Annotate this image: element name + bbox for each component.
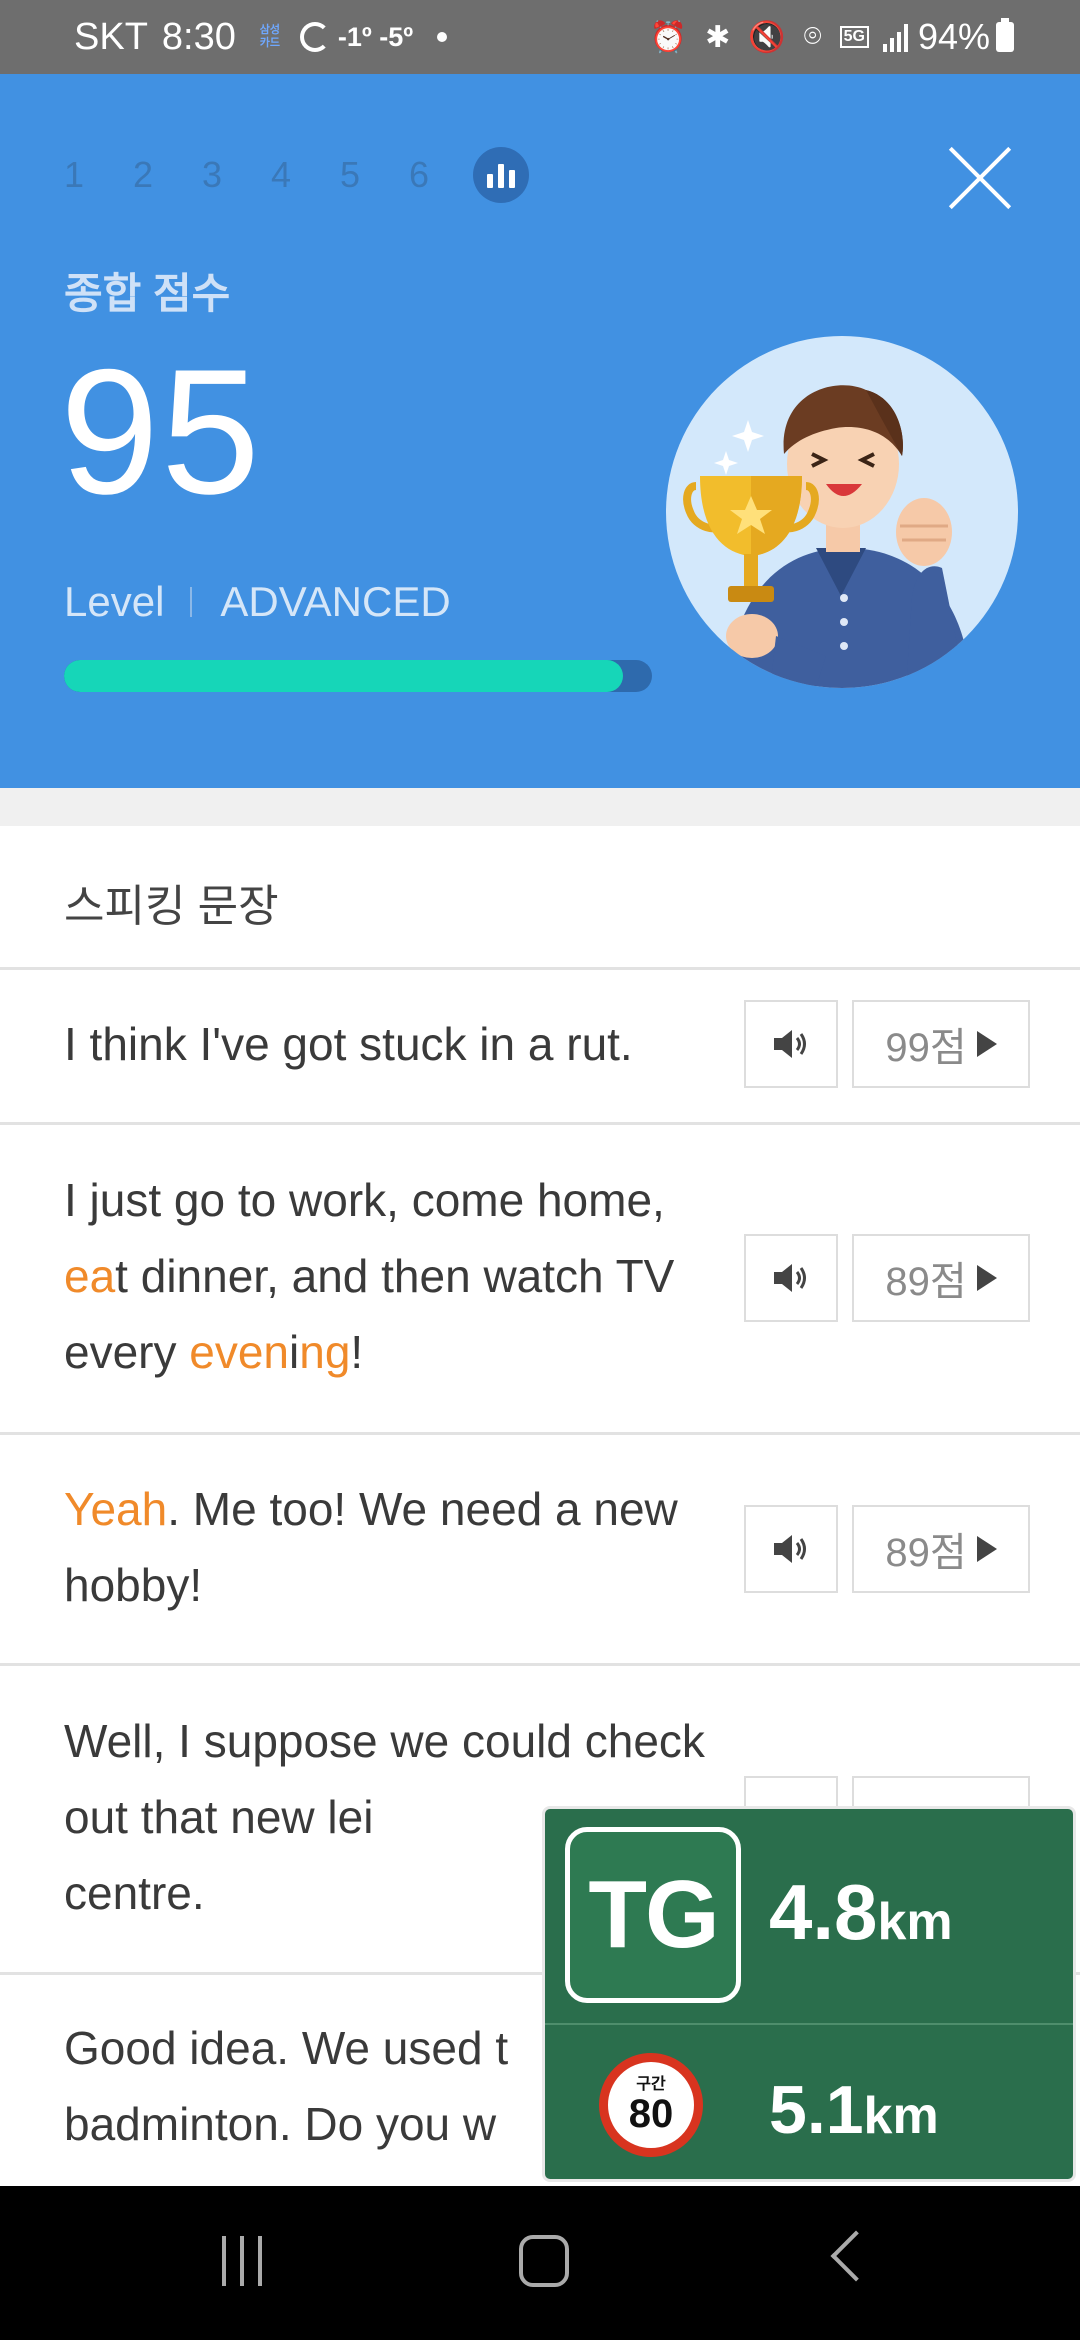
speed-limit-sign-icon: 구간 80 xyxy=(599,2053,703,2157)
status-bar-left: SKT 8:30 삼성 카드 -1º -5º xyxy=(74,0,448,74)
play-icon xyxy=(976,1536,997,1562)
section-gap xyxy=(0,788,1080,826)
system-navigation-bar xyxy=(0,2186,1080,2340)
speaker-icon xyxy=(774,1030,806,1058)
signal-icon xyxy=(882,22,908,52)
temperature-label: -1º -5º xyxy=(337,21,414,52)
carrier-label: SKT xyxy=(74,15,148,58)
next-distance: 4.8km xyxy=(769,1868,953,1956)
play-audio-button[interactable] xyxy=(744,1000,838,1088)
navigation-overlay[interactable]: TG 4.8km 구간 80 5.1km xyxy=(542,1806,1076,2182)
notification-dot-icon xyxy=(437,32,448,42)
sentence-score-button[interactable]: 89점 xyxy=(852,1505,1030,1593)
battery-icon xyxy=(996,18,1014,52)
sentence-score-button[interactable]: 89점 xyxy=(852,1234,1030,1322)
level-label: Level xyxy=(64,578,165,625)
home-icon[interactable] xyxy=(519,2235,569,2287)
total-score-label: 종합 점수 xyxy=(64,270,231,317)
tg-badge: TG xyxy=(565,1827,741,2003)
play-icon xyxy=(976,1031,997,1057)
level-value: ADVANCED xyxy=(220,578,451,625)
sentence-score-button[interactable]: 99점 xyxy=(852,1000,1030,1088)
trophy-character-icon xyxy=(683,385,971,688)
play-audio-button[interactable] xyxy=(744,1234,838,1322)
step-3[interactable]: 3 xyxy=(202,154,271,196)
trophy-character-illustration xyxy=(666,336,1018,688)
level-divider xyxy=(190,587,193,617)
speaking-sentences-title: 스피킹 문장 xyxy=(64,882,279,931)
status-bar-right: ⏰ ✱ 🔇 ⌾ 5G 94% xyxy=(632,0,1014,74)
battery-percent: 94% xyxy=(917,16,990,57)
bluetooth-icon: ✱ xyxy=(705,20,731,54)
divider xyxy=(0,1432,1080,1435)
back-icon[interactable] xyxy=(830,2230,882,2282)
play-audio-button[interactable] xyxy=(744,1505,838,1593)
step-indicator: 1 2 3 4 5 6 xyxy=(64,147,529,203)
network-5g-icon: 5G xyxy=(839,26,869,48)
location-icon: ⌾ xyxy=(803,20,822,53)
alarm-icon: ⏰ xyxy=(649,20,688,54)
sentence-text: I just go to work, come home, eat dinner… xyxy=(64,1174,675,1378)
score-summary-panel: 1 2 3 4 5 6 종합 점수 95 Level ADVANCED xyxy=(0,74,1080,788)
step-5[interactable]: 5 xyxy=(340,154,409,196)
step-2[interactable]: 2 xyxy=(133,154,202,196)
score-progress-fill xyxy=(64,660,623,692)
sentence-text: I think I've got stuck in a rut. xyxy=(64,1018,633,1070)
status-bar: SKT 8:30 삼성 카드 -1º -5º ⏰ ✱ 🔇 ⌾ 5G 94% xyxy=(0,0,1080,74)
speed-zone-distance: 5.1km xyxy=(769,2072,939,2148)
recent-apps-icon[interactable] xyxy=(222,2236,262,2286)
overlay-divider xyxy=(545,2023,1073,2025)
total-score-value: 95 xyxy=(60,332,262,531)
divider xyxy=(0,1122,1080,1125)
step-1[interactable]: 1 xyxy=(64,154,133,196)
speaker-icon xyxy=(774,1535,806,1563)
result-chart-icon[interactable] xyxy=(473,147,529,203)
close-button[interactable] xyxy=(946,144,1014,212)
play-icon xyxy=(976,1265,997,1291)
mute-icon: 🔇 xyxy=(748,20,786,54)
score-progress-bar xyxy=(64,660,652,692)
clock: 8:30 xyxy=(161,15,236,58)
level-row: Level ADVANCED xyxy=(64,578,451,626)
sentence-text: Yeah. Me too! We need a new hobby! xyxy=(64,1483,678,1611)
sync-icon xyxy=(299,22,330,52)
speaker-icon xyxy=(774,1264,806,1292)
step-6[interactable]: 6 xyxy=(409,154,478,196)
samsung-card-icon: 삼성 카드 xyxy=(259,24,280,49)
divider xyxy=(0,967,1080,970)
step-4[interactable]: 4 xyxy=(271,154,340,196)
divider xyxy=(0,1663,1080,1666)
